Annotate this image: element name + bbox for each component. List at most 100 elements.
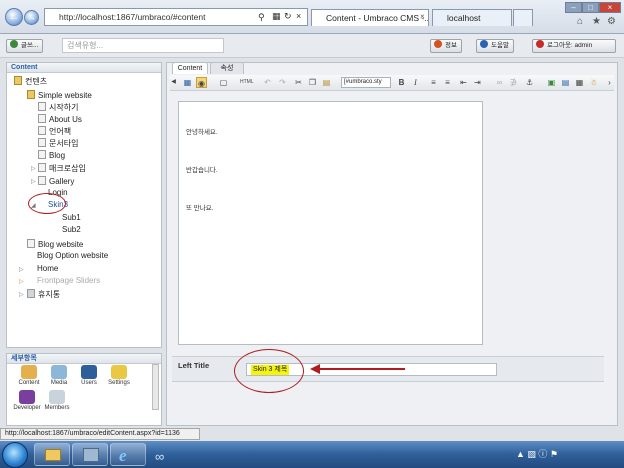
section-developer[interactable]: Developer	[12, 390, 42, 411]
explorer-taskbar-button[interactable]	[34, 443, 70, 466]
settings-icon	[111, 365, 127, 379]
ie-taskbar-button[interactable]: e	[110, 443, 146, 466]
members-icon	[49, 390, 65, 404]
tab-localhost[interactable]: localhost	[432, 9, 512, 26]
section-content[interactable]: Content	[14, 365, 44, 386]
paste-icon[interactable]: ▤	[321, 77, 332, 88]
forward-button[interactable]: →	[24, 10, 39, 25]
expand-icon[interactable]: ▷	[19, 291, 24, 298]
compat-icon[interactable]: ▦	[272, 11, 281, 22]
save-icon[interactable]: ▦	[182, 77, 193, 88]
stop-icon[interactable]: ×	[296, 11, 301, 21]
html-icon[interactable]: HTML	[240, 77, 254, 88]
italic-icon[interactable]: I	[410, 77, 421, 88]
tree-node-child[interactable]: Gallery	[38, 176, 74, 187]
settings-gear-icon[interactable]: ⚙	[607, 16, 616, 27]
copy-icon[interactable]: ❐	[307, 77, 318, 88]
sections-scrollbar[interactable]	[152, 364, 159, 410]
editor-scroll-area[interactable]	[603, 95, 611, 350]
table-icon[interactable]: ▦	[574, 77, 585, 88]
expand-icon[interactable]: ▷	[31, 165, 36, 172]
save-publish-icon[interactable]: ◉	[196, 77, 207, 88]
tree-node-blog-website[interactable]: Blog website	[27, 239, 83, 250]
favorites-icon[interactable]: ★	[592, 16, 601, 27]
tree-node-root[interactable]: 컨텐츠	[14, 76, 47, 87]
tray-icons[interactable]: ▲ ▧ ⓘ ⚑	[516, 447, 558, 460]
tree-node-child[interactable]: 시작하기	[38, 102, 78, 113]
folder-icon	[45, 449, 61, 461]
section-members[interactable]: Members	[42, 390, 72, 411]
create-button[interactable]: 글쓰...	[6, 39, 44, 53]
sections-header: 세부항목	[7, 354, 161, 364]
tree-node-recycle-bin[interactable]: 휴지통	[27, 289, 60, 300]
add-icon	[10, 40, 18, 48]
tree-node-label: Blog Option website	[37, 251, 109, 260]
document-icon	[38, 126, 46, 135]
numbered-list-icon[interactable]: ≡	[442, 77, 453, 88]
cut-icon[interactable]: ✂	[293, 77, 304, 88]
expand-icon[interactable]: ▷	[31, 178, 36, 185]
tree-node-sub[interactable]: Sub1	[62, 213, 81, 223]
new-tab-button[interactable]	[513, 9, 533, 26]
section-settings[interactable]: Settings	[104, 365, 134, 386]
tree-node-simple-website[interactable]: Simple website	[27, 90, 92, 101]
tree-node-label: Frontpage Sliders	[37, 276, 101, 285]
logout-button[interactable]: 로그아웃: admin	[532, 39, 616, 53]
tree-node-child[interactable]: 매크로삽입	[38, 163, 86, 174]
refresh-icon[interactable]: ↻	[284, 11, 292, 22]
address-bar[interactable]: http://localhost:1867/umbraco/#content	[44, 8, 308, 26]
undo-icon[interactable]: ↶	[262, 77, 273, 88]
close-window-button[interactable]: ×	[599, 2, 621, 13]
tab-label: Content	[177, 65, 203, 72]
section-users[interactable]: Users	[74, 365, 104, 386]
app-taskbar-button[interactable]	[72, 443, 108, 466]
unlink-icon[interactable]: ∌	[508, 77, 519, 88]
macro-icon[interactable]: ▤	[560, 77, 571, 88]
more-icon[interactable]: ›	[604, 77, 615, 88]
link-icon[interactable]: ∞	[494, 77, 505, 88]
redo-icon[interactable]: ↷	[277, 77, 288, 88]
close-tab-icon[interactable]: ×	[420, 12, 425, 21]
section-media[interactable]: Media	[44, 365, 74, 386]
bullet-list-icon[interactable]: ≡	[428, 77, 439, 88]
minimize-button[interactable]: –	[565, 2, 582, 13]
app-link-icon[interactable]: ∞	[155, 449, 164, 464]
tree-header: Content	[7, 63, 161, 73]
outdent-icon[interactable]: ⇤	[458, 77, 469, 88]
tree-node-frontpage-sliders[interactable]: Frontpage Sliders	[37, 276, 100, 286]
style-select[interactable]: [#umbraco.sty	[341, 77, 391, 88]
bold-icon[interactable]: B	[396, 77, 407, 88]
expand-icon[interactable]: ▷	[19, 266, 24, 273]
home-icon[interactable]: ⌂	[577, 16, 583, 27]
anchor-icon[interactable]: ⚓	[524, 77, 535, 88]
preview-icon[interactable]: ▢	[218, 77, 229, 88]
image-icon[interactable]: ▣	[546, 77, 557, 88]
rich-text-area[interactable]: 안녕하세요. 반갑습니다. 또 만나요.	[178, 101, 483, 345]
tree-node-sub[interactable]: Sub2	[62, 225, 81, 235]
left-title-label: Left Title	[178, 361, 210, 370]
back-button[interactable]: ←	[5, 8, 23, 26]
tree-node-blog-option[interactable]: Blog Option website	[37, 251, 108, 261]
help-button[interactable]: 도움말	[476, 39, 514, 53]
tab-umbraco[interactable]: Content - Umbraco CMS -...	[311, 9, 429, 26]
tree-node-label: 언어팩	[49, 127, 72, 136]
start-button[interactable]	[2, 442, 28, 468]
indent-icon[interactable]: ⇥	[472, 77, 483, 88]
tree-node-child[interactable]: About Us	[38, 114, 82, 125]
toolbar-left-arrow-icon[interactable]: ◀	[168, 77, 179, 88]
maximize-button[interactable]: □	[582, 2, 599, 13]
expand-icon[interactable]: ▷	[19, 278, 24, 285]
tree-node-child[interactable]: 문서타입	[38, 138, 78, 149]
address-search-icon[interactable]: ⚲	[258, 12, 265, 23]
search-input[interactable]: 검색유형...	[62, 38, 224, 53]
tree-node-child[interactable]: Blog	[38, 150, 65, 161]
tree-node-child[interactable]: 언어팩	[38, 126, 71, 137]
media-icon	[51, 365, 67, 379]
about-button[interactable]: 정보	[430, 39, 462, 53]
tree-node-home[interactable]: Home	[37, 264, 58, 274]
tree-node-label: 시작하기	[49, 103, 79, 112]
info-icon	[434, 40, 442, 48]
tab-properties[interactable]: 속성	[210, 62, 244, 74]
tab-content[interactable]: Content	[172, 62, 208, 74]
char-map-icon[interactable]: ☃	[588, 77, 599, 88]
